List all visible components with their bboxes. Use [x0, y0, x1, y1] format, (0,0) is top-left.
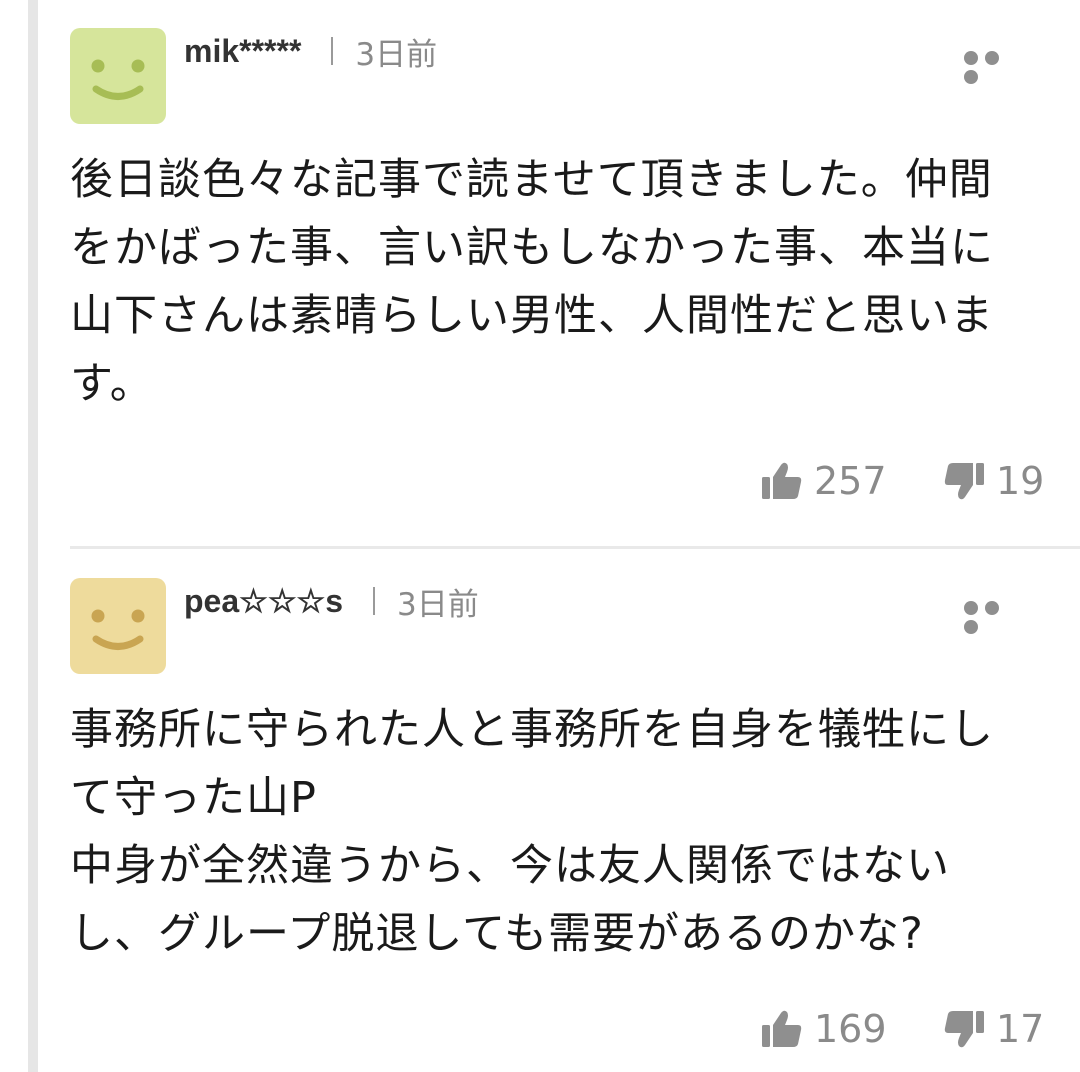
comment-text: 事務所に守られた人と事務所を自身を犠牲にし て守った山P 中身が全然違うから、今…: [70, 705, 994, 959]
thumbs-up-icon: [762, 1010, 802, 1047]
comment-meta: mik***** 3日前: [184, 30, 438, 73]
username[interactable]: mik*****: [184, 33, 301, 70]
timestamp: 3日前: [355, 36, 438, 73]
like-button[interactable]: 169: [760, 1004, 887, 1054]
comment-meta: pea☆☆☆s 3日前: [184, 580, 479, 623]
comment-item: mik***** 3日前 後日談色々な記事で読ませて頂きました。仲間 をかばった…: [70, 0, 1080, 548]
like-count: 169: [814, 1007, 887, 1051]
dislike-count: 19: [996, 459, 1045, 503]
avatar[interactable]: [70, 28, 166, 124]
vote-bar: 169 17: [760, 1004, 1060, 1054]
meta-separator: [331, 37, 334, 65]
comment-text: 後日談色々な記事で読ませて頂きました。仲間 をかばった事、言い訳もしなかった事、…: [70, 155, 994, 409]
username[interactable]: pea☆☆☆s: [184, 582, 343, 620]
like-button[interactable]: 257: [760, 456, 887, 506]
timestamp: 3日前: [397, 586, 479, 623]
dislike-button[interactable]: 17: [942, 1004, 1044, 1054]
dislike-button[interactable]: 19: [942, 456, 1044, 506]
vote-bar: 257 19: [760, 456, 1060, 506]
comment-divider: [70, 546, 1080, 549]
like-count: 257: [814, 459, 887, 503]
comment-item: pea☆☆☆s 3日前 事務所に守られた人と事務所を自身を犠牲にし て守った山P…: [70, 550, 1080, 1072]
meta-separator: [373, 587, 375, 615]
avatar[interactable]: [70, 578, 166, 674]
smiley-face-icon: [91, 609, 145, 650]
more-options-icon[interactable]: [964, 50, 1024, 84]
thumbs-down-icon: [944, 463, 984, 500]
smiley-face-icon: [91, 59, 145, 100]
left-rail: [28, 0, 38, 1072]
dislike-count: 17: [996, 1007, 1045, 1051]
thumbs-down-icon: [944, 1011, 984, 1048]
more-options-icon[interactable]: [964, 600, 1024, 634]
thumbs-up-icon: [762, 462, 802, 499]
